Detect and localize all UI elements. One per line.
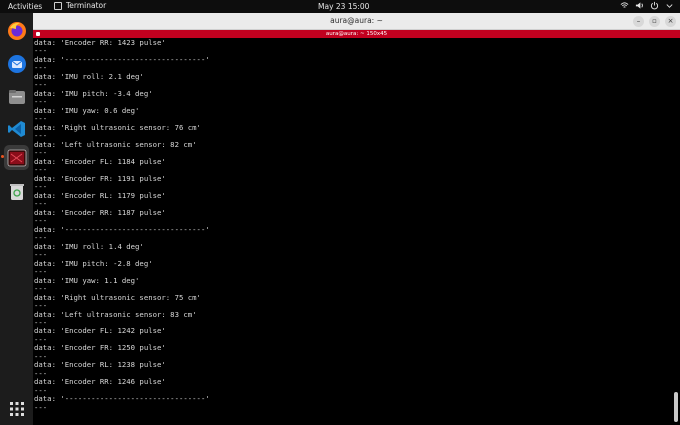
terminal-line: data: '--------------------------------' [34,54,210,64]
terminal-line: data: '--------------------------------' [34,394,210,404]
app-grid-icon [9,401,24,416]
terminal-line: data: 'IMU yaw: 1.1 deg' [34,275,140,285]
terminal-line: data: 'Encoder FL: 1184 pulse' [34,156,166,166]
dock-trash[interactable] [4,179,29,204]
thunderbird-icon [7,54,26,73]
terminal-line: data: 'Encoder FR: 1191 pulse' [34,173,166,183]
app-menu[interactable]: Terminator [54,1,106,10]
top-bar: Activities Terminator May 23 15:00 [0,0,680,13]
window-controls: – ▫ × [633,16,676,27]
terminal-line: data: 'IMU pitch: -3.4 deg' [34,88,153,98]
terminal-line: data: 'Encoder RL: 1238 pulse' [34,360,166,370]
files-icon [8,89,25,104]
terminal-line: data: 'IMU roll: 1.4 deg' [34,241,144,251]
terminal-line: data: 'Encoder FR: 1250 pulse' [34,343,166,353]
dock-vscode[interactable] [4,116,29,141]
firefox-icon [7,21,26,40]
terminator-icon [7,149,26,166]
terminal-line: data: 'Encoder RR: 1246 pulse' [34,377,166,387]
clock[interactable]: May 23 15:00 [318,2,369,11]
terminal-line: data: 'Encoder RR: 1187 pulse' [34,207,166,217]
scrollbar-thumb[interactable] [674,392,678,422]
terminal-line: data: 'Right ultrasonic sensor: 76 cm' [34,122,201,132]
terminal-line: data: 'Left ultrasonic sensor: 83 cm' [34,309,197,319]
dock-thunderbird[interactable] [4,51,29,76]
terminal-line: --- [34,402,48,412]
terminal-line: data: 'IMU yaw: 0.6 deg' [34,105,140,115]
dock [0,13,33,425]
system-tray[interactable] [620,1,674,10]
power-icon [650,1,659,10]
app-menu-label: Terminator [66,1,107,10]
terminal-line: data: 'IMU roll: 2.1 deg' [34,71,144,81]
terminal-line: data: 'Encoder FL: 1242 pulse' [34,326,166,336]
close-button[interactable]: × [665,16,676,27]
maximize-button[interactable]: ▫ [649,16,660,27]
terminator-app-icon [54,1,62,10]
dock-firefox[interactable] [4,18,29,43]
window-title: aura@aura: ~ [330,16,383,25]
terminal-tab-bar[interactable]: aura@aura: ~ 150x45 [33,30,680,38]
dock-files[interactable] [4,84,29,109]
terminal-line: data: 'Encoder RR: 1423 pulse' [34,39,166,47]
activities-button[interactable]: Activities [8,2,42,11]
terminal-line: data: 'IMU pitch: -2.8 deg' [34,258,153,268]
terminal-line: data: 'Encoder RL: 1179 pulse' [34,190,166,200]
terminal-tab-title: aura@aura: ~ 150x45 [325,31,388,37]
trash-icon [9,183,24,200]
terminal-line: data: 'Left ultrasonic sensor: 82 cm' [34,139,197,149]
system-menu-arrow-icon [666,4,673,8]
window-titlebar[interactable]: aura@aura: ~ – ▫ × [33,13,680,30]
volume-icon [635,2,643,9]
dock-terminator[interactable] [4,145,29,170]
show-apps-button[interactable] [4,396,29,421]
terminal-line: data: '--------------------------------' [34,224,210,234]
terminal-output[interactable]: data: 'Encoder RR: 1423 pulse' --- data: '… [33,39,673,425]
minimize-button[interactable]: – [633,16,644,27]
terminal-window: aura@aura: ~ – ▫ × aura@aura: ~ 150x45 d… [33,13,680,425]
network-icon [620,2,629,8]
terminal-line: data: 'Right ultrasonic sensor: 75 cm' [34,292,201,302]
vscode-icon [7,120,25,137]
